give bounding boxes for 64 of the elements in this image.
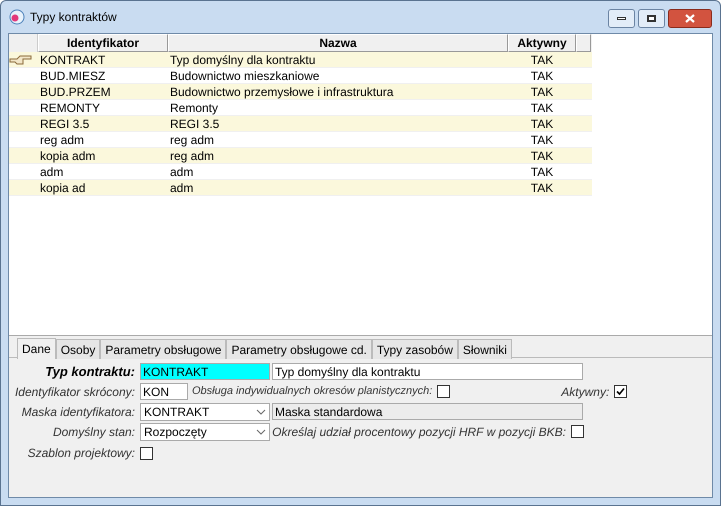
close-button[interactable] (668, 9, 712, 28)
table-cell-text: REMONTY (39, 100, 101, 116)
table-cell-text: TAK (530, 164, 554, 180)
table-cell-text: Typ domyślny dla kontraktu (169, 52, 316, 68)
table-cell-text: TAK (530, 52, 554, 68)
type-field[interactable]: KONTRAKT (140, 363, 270, 380)
short-id-field[interactable]: KON (140, 383, 188, 400)
state-dropdown[interactable]: Rozpoczęty (140, 422, 270, 440)
table-cell-text: BUD.MIESZ (39, 68, 106, 84)
table-cell-text: TAK (530, 132, 554, 148)
table-cell-text: BUD.PRZEM (39, 84, 112, 100)
tab[interactable]: Osoby (56, 339, 100, 359)
table-cell-text: TAK (530, 116, 554, 132)
column-header[interactable]: Aktywny (508, 34, 576, 52)
window-title: Typy kontraktów (30, 9, 117, 26)
checkbox-label: Określaj udział procentowy pozycji HRF w pozycji BKB: (272, 424, 567, 440)
tab[interactable]: Słowniki (458, 339, 512, 359)
table-cell-text: adm (169, 164, 194, 180)
column-header[interactable]: Identyfikator (38, 34, 168, 52)
field-label: Identyfikator skrócony: (14, 384, 136, 400)
tab[interactable]: Typy zasobów (372, 339, 458, 359)
table-cell-text: TAK (530, 100, 554, 116)
table-cell-text: Budownictwo przemysłowe i infrastruktura (169, 84, 394, 100)
maximize-button[interactable] (638, 9, 665, 28)
table-cell-text: reg adm (169, 132, 216, 148)
mask-dropdown[interactable]: KONTRAKT (140, 402, 270, 420)
chevron-down-icon (255, 408, 267, 416)
tab[interactable]: Parametry obsługowe cd. (226, 339, 372, 359)
field-label: Maska identyfikatora: (20, 404, 136, 420)
table-cell-text: REGI 3.5 (39, 116, 90, 132)
checkbox-label: Szablon projektowy: (26, 445, 136, 462)
table-cell-text: kopia ad (39, 180, 86, 196)
table-cell-text: Remonty (169, 100, 220, 116)
column-header[interactable]: Nazwa (168, 34, 508, 52)
checkbox[interactable] (437, 385, 450, 398)
app-icon (9, 9, 25, 25)
table-cell-text: TAK (530, 84, 554, 100)
table-cell-text: reg adm (39, 132, 86, 148)
checkbox[interactable] (140, 446, 153, 460)
checkbox[interactable] (614, 385, 628, 398)
checkbox[interactable] (571, 425, 584, 438)
description-field[interactable]: Typ domyślny dla kontraktu (272, 363, 583, 380)
tab[interactable]: Dane (17, 338, 56, 359)
table-cell-text: TAK (530, 148, 554, 164)
mask-description-field[interactable]: Maska standardowa (272, 403, 583, 420)
chevron-down-icon (255, 428, 267, 436)
minimize-button[interactable] (608, 9, 635, 28)
table-cell-text: Budownictwo mieszkaniowe (169, 68, 320, 84)
table-cell-text: TAK (530, 180, 554, 196)
field-label: Domyślny stan: (52, 424, 136, 440)
table-cell-text: TAK (530, 68, 554, 84)
table-cell-text: reg adm (169, 148, 216, 164)
close-icon (685, 14, 695, 23)
column-header[interactable] (576, 34, 591, 52)
pointing-hand-icon (9, 54, 33, 65)
table-cell-text: kopia adm (39, 148, 96, 164)
table-cell-text: adm (169, 180, 194, 196)
table-cell-text: KONTRAKT (39, 52, 106, 68)
tab[interactable]: Parametry obsługowe (100, 339, 226, 359)
table-cell-text: adm (39, 164, 64, 180)
checkbox-label: Obsługa indywidualnych okresów planistycznych: (191, 384, 434, 400)
table-cell-text: REGI 3.5 (169, 116, 220, 132)
checkbox-label: Aktywny: (561, 384, 610, 400)
field-label: Typ kontraktu: (44, 362, 136, 381)
